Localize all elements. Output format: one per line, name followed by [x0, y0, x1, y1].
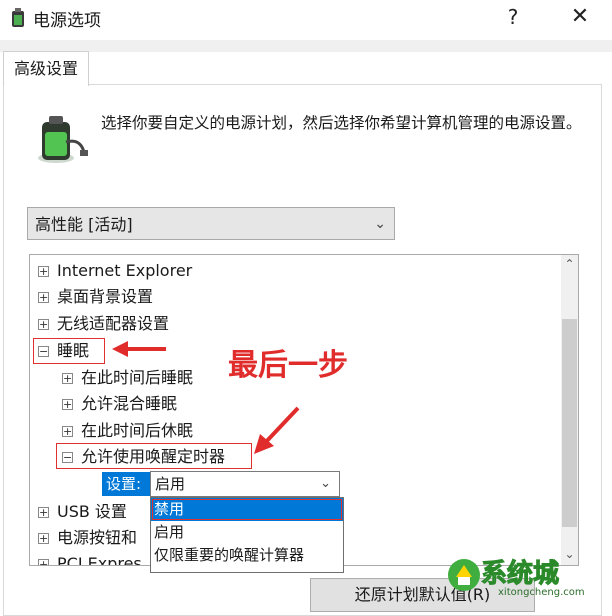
tree-item-hibernate-after[interactable]: + 在此时间后休眠	[62, 419, 193, 443]
chevron-down-icon: ⌄	[320, 476, 331, 491]
power-plan-value: 高性能 [活动]	[35, 215, 133, 234]
power-options-icon	[12, 8, 24, 27]
expand-icon[interactable]: +	[62, 399, 73, 410]
watermark-text: 系统城	[480, 559, 560, 590]
option-important-only[interactable]: 仅限重要的唤醒计算器	[151, 544, 343, 567]
highlight-sleep	[33, 338, 105, 364]
arrow-icon	[112, 341, 166, 357]
tree-item-label: 桌面背景设置	[57, 287, 154, 306]
tree-item-label: USB 设置	[57, 502, 127, 521]
title-bar: 电源选项 ? ✕	[0, 0, 612, 36]
option-disable[interactable]: 禁用	[151, 498, 343, 521]
arrow-icon	[254, 406, 300, 454]
tree-item-power-buttons[interactable]: + 电源按钮和	[38, 526, 137, 550]
tab-advanced-settings[interactable]: 高级设置	[3, 51, 89, 86]
option-enable[interactable]: 启用	[151, 521, 343, 544]
battery-icon	[38, 116, 88, 163]
site-watermark: 系统城 xitongcheng.com	[446, 551, 596, 607]
help-button[interactable]: ?	[500, 4, 526, 30]
tree-item-usb-settings[interactable]: + USB 设置	[38, 500, 127, 524]
setting-value: 启用	[155, 475, 186, 493]
scroll-thumb[interactable]	[562, 319, 577, 527]
highlight-wake-timers	[56, 443, 252, 469]
tree-item-pci-express[interactable]: + PCI Expres	[38, 552, 142, 566]
tree-item-label: 在此时间后休眠	[81, 421, 194, 440]
expand-icon[interactable]: +	[62, 426, 73, 437]
tree-item-sleep-after[interactable]: + 在此时间后睡眠	[62, 366, 193, 390]
tree-item-label: 电源按钮和	[57, 528, 138, 547]
setting-options-list[interactable]: 禁用 启用 仅限重要的唤醒计算器	[150, 497, 344, 573]
watermark-logo-icon	[448, 559, 480, 591]
expand-icon[interactable]: +	[38, 292, 49, 303]
tab-strip	[0, 40, 612, 52]
chevron-down-icon: ⌄	[374, 216, 386, 232]
wake-timer-setting-select[interactable]: 启用 ⌄	[150, 471, 340, 497]
setting-label: 设置:	[102, 472, 150, 496]
watermark-subtext: xitongcheng.com	[498, 587, 585, 598]
tree-item-internet-explorer[interactable]: + Internet Explorer	[38, 259, 192, 283]
tree-item-hybrid-sleep[interactable]: + 允许混合睡眠	[62, 392, 177, 416]
step-annotation: 最后一步	[228, 348, 348, 383]
expand-icon[interactable]: +	[38, 559, 49, 565]
expand-icon[interactable]: +	[38, 266, 49, 277]
tree-item-label: 无线适配器设置	[57, 314, 170, 333]
description-text: 选择你要自定义的电源计划，然后选择你希望计算机管理的电源设置。	[101, 114, 582, 132]
expand-icon[interactable]: +	[62, 373, 73, 384]
tree-item-desktop-background[interactable]: + 桌面背景设置	[38, 285, 153, 309]
expand-icon[interactable]: +	[38, 533, 49, 544]
tree-item-label: Internet Explorer	[57, 261, 193, 280]
tree-item-label: PCI Expres	[57, 554, 142, 566]
power-plan-select[interactable]: 高性能 [活动] ⌄	[27, 207, 395, 240]
scroll-up-icon[interactable]: ⌃	[561, 257, 578, 273]
tree-item-label: 允许混合睡眠	[81, 394, 178, 413]
window-title: 电源选项	[33, 11, 101, 31]
expand-icon[interactable]: +	[38, 319, 49, 330]
close-button[interactable]: ✕	[566, 4, 594, 30]
tree-item-wireless-adapter[interactable]: + 无线适配器设置	[38, 312, 169, 336]
tree-item-label: 在此时间后睡眠	[81, 368, 194, 387]
scrollbar[interactable]: ⌃ ⌄	[561, 255, 578, 565]
expand-icon[interactable]: +	[38, 507, 49, 518]
